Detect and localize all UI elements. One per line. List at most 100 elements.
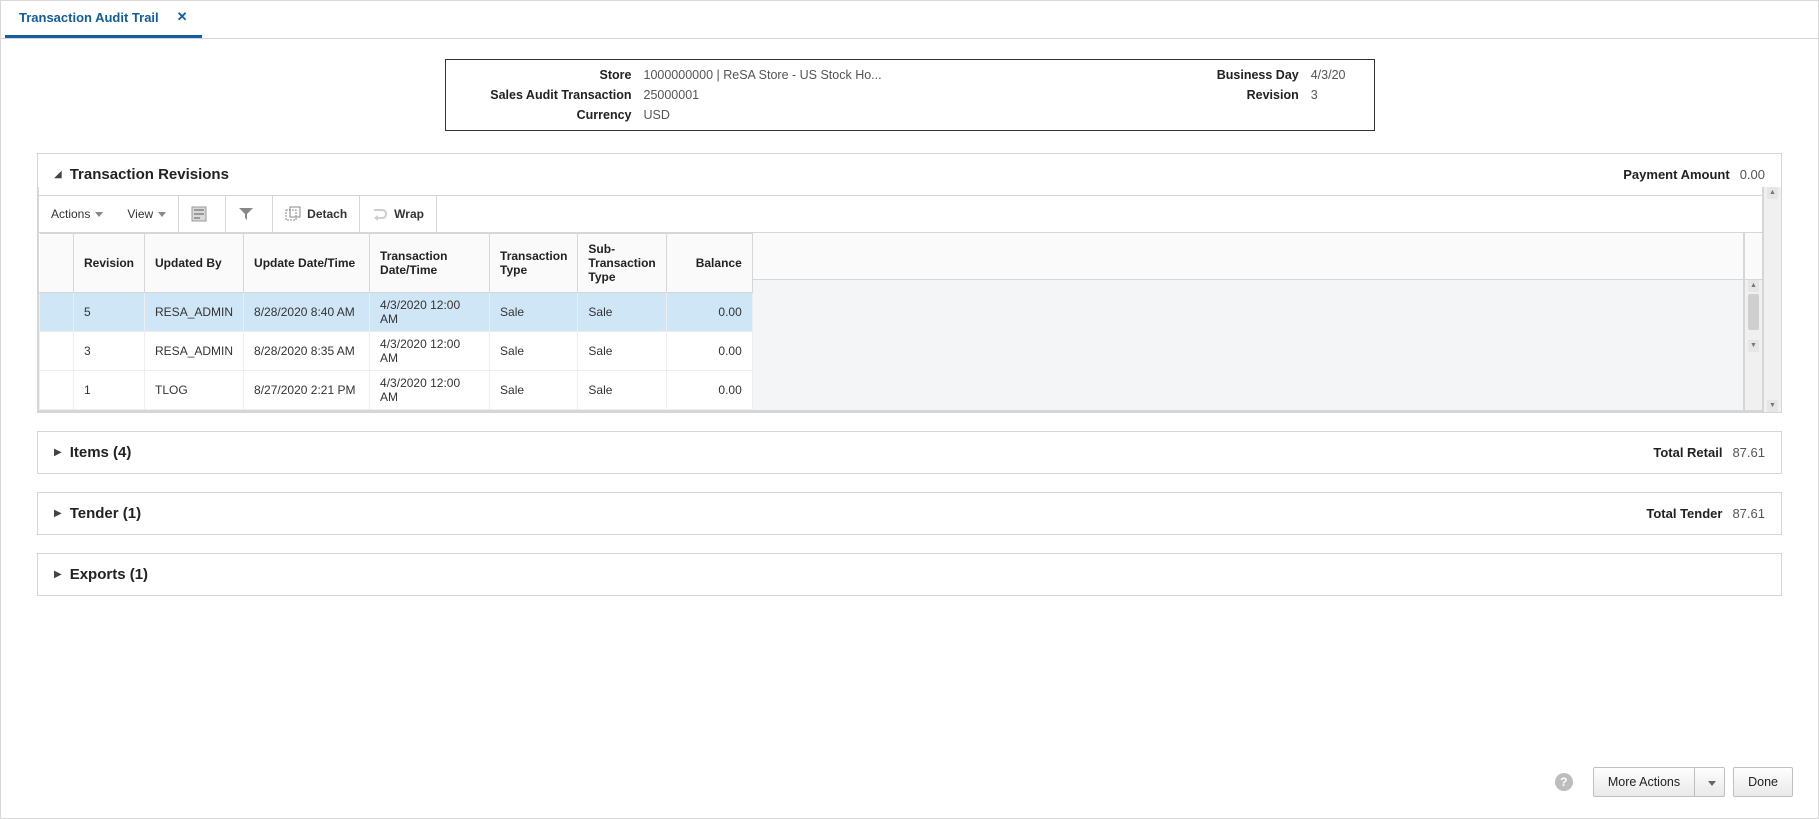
total-retail-value: 87.61 [1732, 445, 1765, 460]
close-icon[interactable]: ✕ [177, 9, 188, 25]
cell-revision: 3 [74, 332, 145, 371]
total-tender-label: Total Tender [1646, 506, 1722, 521]
chevron-right-icon: ▶ [54, 508, 62, 519]
cell-update-dt: 8/28/2020 8:40 AM [244, 293, 370, 332]
col-updated-by[interactable]: Updated By [145, 234, 244, 293]
chevron-down-icon [95, 212, 103, 217]
chevron-down-icon [158, 212, 166, 217]
cell-tran-type: Sale [490, 371, 578, 410]
tab-bar: Transaction Audit Trail ✕ [1, 1, 1818, 39]
total-tender-value: 87.61 [1732, 506, 1765, 521]
edit-button[interactable] [179, 196, 226, 232]
cell-balance: 0.00 [666, 332, 752, 371]
detach-button[interactable]: Detach [273, 196, 360, 232]
summary-container: Store 1000000000 | ReSA Store - US Stock… [1, 39, 1818, 143]
footer: ? More Actions Done [1555, 767, 1793, 797]
col-update-dt[interactable]: Update Date/Time [244, 234, 370, 293]
help-icon[interactable]: ? [1555, 773, 1573, 791]
actions-label: Actions [51, 207, 90, 221]
panel-items: ▶ Items (4) Total Retail 87.61 [37, 431, 1782, 474]
panel-title: Items (4) [70, 444, 132, 461]
scroll-thumb[interactable] [1748, 294, 1759, 330]
currency-value: USD [644, 108, 670, 122]
actions-menu[interactable]: Actions [39, 196, 115, 232]
cell-sub-type: Sale [578, 293, 666, 332]
cell-updated-by: RESA_ADMIN [145, 293, 244, 332]
panel-tender: ▶ Tender (1) Total Tender 87.61 [37, 492, 1782, 535]
business-day-value: 4/3/20 [1311, 68, 1346, 82]
cell-updated-by: RESA_ADMIN [145, 332, 244, 371]
revision-value: 3 [1311, 88, 1318, 102]
more-actions-button[interactable]: More Actions [1593, 767, 1725, 797]
panel-transaction-revisions: ◢ Transaction Revisions Payment Amount 0… [37, 153, 1782, 413]
total-retail-label: Total Retail [1653, 445, 1722, 460]
store-label: Store [474, 68, 644, 82]
scroll-up-icon[interactable]: ▲ [1748, 280, 1759, 292]
table-scrollbar[interactable]: ▲ ▼ [1744, 233, 1762, 410]
scroll-up-icon[interactable]: ▲ [1767, 187, 1778, 199]
panel-toggle-exports[interactable]: ▶ Exports (1) [54, 566, 148, 583]
tab-label: Transaction Audit Trail [19, 10, 159, 25]
more-actions-label: More Actions [1594, 768, 1695, 796]
col-sub-transaction-type[interactable]: Sub-Transaction Type [578, 234, 666, 293]
chevron-right-icon: ▶ [54, 447, 62, 458]
wrap-button[interactable]: Wrap [360, 196, 437, 232]
business-day-label: Business Day [1091, 68, 1311, 82]
summary-box: Store 1000000000 | ReSA Store - US Stock… [445, 59, 1375, 131]
cell-sub-type: Sale [578, 332, 666, 371]
form-icon [191, 206, 207, 222]
cell-updated-by: TLOG [145, 371, 244, 410]
detach-icon [285, 206, 301, 222]
panel-title: Exports (1) [70, 566, 148, 583]
cell-tran-dt: 4/3/2020 12:00 AM [370, 371, 490, 410]
cell-update-dt: 8/27/2020 2:21 PM [244, 371, 370, 410]
payment-amount-value: 0.00 [1740, 167, 1765, 182]
table-row[interactable]: 3 RESA_ADMIN 8/28/2020 8:35 AM 4/3/2020 … [40, 332, 753, 371]
chevron-right-icon: ▶ [54, 569, 62, 580]
detach-label: Detach [307, 207, 347, 221]
sales-audit-transaction-label: Sales Audit Transaction [474, 88, 644, 102]
currency-label: Currency [474, 108, 644, 122]
col-transaction-type[interactable]: Transaction Type [490, 234, 578, 293]
funnel-icon [238, 206, 254, 222]
tab-transaction-audit-trail[interactable]: Transaction Audit Trail ✕ [5, 1, 202, 38]
col-revision[interactable]: Revision [74, 234, 145, 293]
panel-exports: ▶ Exports (1) [37, 553, 1782, 596]
table-row[interactable]: 5 RESA_ADMIN 8/28/2020 8:40 AM 4/3/2020 … [40, 293, 753, 332]
col-transaction-dt[interactable]: Transaction Date/Time [370, 234, 490, 293]
revision-label: Revision [1091, 88, 1311, 102]
panel-scrollbar[interactable]: ▲ ▼ [1763, 187, 1781, 412]
panel-toggle-tender[interactable]: ▶ Tender (1) [54, 505, 141, 522]
cell-revision: 1 [74, 371, 145, 410]
panel-title: Tender (1) [70, 505, 141, 522]
cell-balance: 0.00 [666, 293, 752, 332]
cell-tran-type: Sale [490, 293, 578, 332]
cell-tran-dt: 4/3/2020 12:00 AM [370, 293, 490, 332]
done-button[interactable]: Done [1733, 767, 1793, 797]
cell-sub-type: Sale [578, 371, 666, 410]
view-label: View [127, 207, 153, 221]
store-value: 1000000000 | ReSA Store - US Stock Ho... [644, 68, 882, 82]
revisions-table: Revision Updated By Update Date/Time Tra… [39, 233, 753, 410]
cell-tran-dt: 4/3/2020 12:00 AM [370, 332, 490, 371]
done-label: Done [1748, 775, 1778, 789]
filter-button[interactable] [226, 196, 273, 232]
wrap-icon [372, 206, 388, 222]
scroll-down-icon[interactable]: ▼ [1748, 340, 1759, 352]
table-row[interactable]: 1 TLOG 8/27/2020 2:21 PM 4/3/2020 12:00 … [40, 371, 753, 410]
panel-toggle-items[interactable]: ▶ Items (4) [54, 444, 131, 461]
sales-audit-transaction-value: 25000001 [644, 88, 700, 102]
toolbar: Actions View [39, 195, 1762, 233]
chevron-down-icon[interactable] [1695, 775, 1724, 789]
scroll-down-icon[interactable]: ▼ [1767, 400, 1778, 412]
view-menu[interactable]: View [115, 196, 179, 232]
col-balance[interactable]: Balance [666, 234, 752, 293]
cell-tran-type: Sale [490, 332, 578, 371]
panel-toggle-transaction-revisions[interactable]: ◢ Transaction Revisions [54, 166, 229, 183]
cell-balance: 0.00 [666, 371, 752, 410]
cell-update-dt: 8/28/2020 8:35 AM [244, 332, 370, 371]
panel-title: Transaction Revisions [70, 166, 229, 183]
cell-revision: 5 [74, 293, 145, 332]
payment-amount-label: Payment Amount [1623, 167, 1729, 182]
wrap-label: Wrap [394, 207, 424, 221]
